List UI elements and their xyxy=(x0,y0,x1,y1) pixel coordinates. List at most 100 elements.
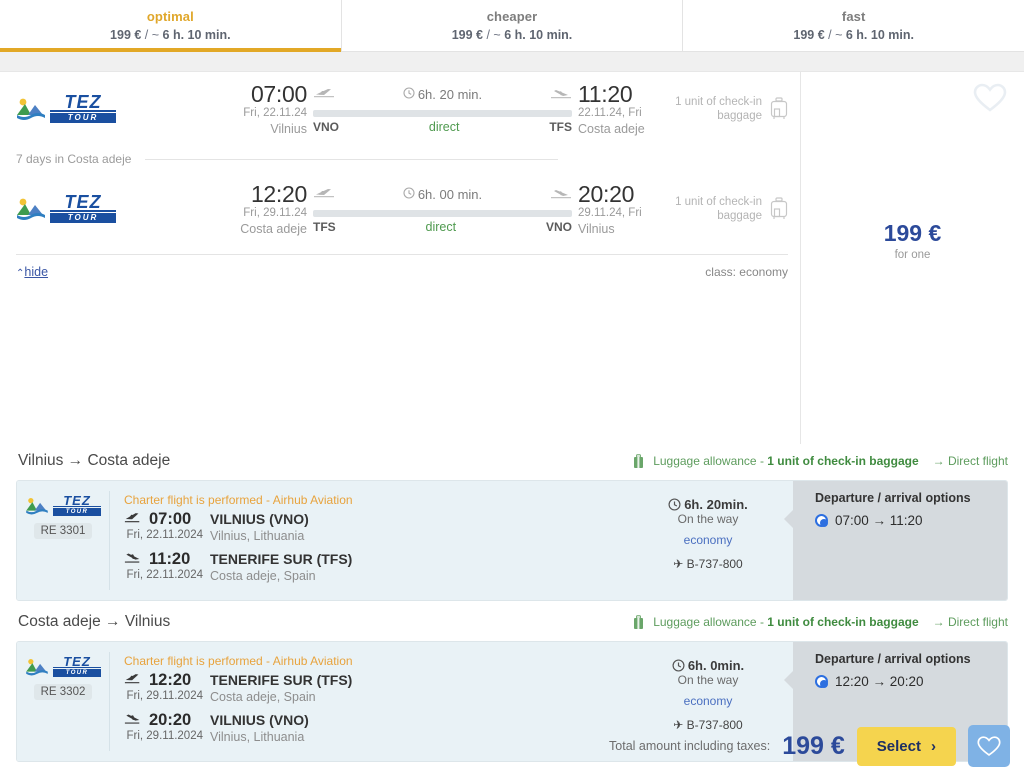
tez-logo-tez-detail-1: TEZ xyxy=(53,494,101,507)
flight-number-outbound: RE 3301 xyxy=(33,523,93,539)
option-row-outbound[interactable]: 07:00 → 11:20 xyxy=(815,513,1007,528)
tez-logo-tez-return: TEZ xyxy=(50,193,116,212)
on-the-way-label-outbound: On the way xyxy=(677,512,739,526)
summary-price-note: for one xyxy=(894,249,931,261)
leg-dep-time-inbound: 12:20 xyxy=(149,671,192,689)
tez-logo-tour-detail-2: TOUR xyxy=(53,669,101,677)
suitcase-icon xyxy=(770,97,788,121)
summary-footer-left: ⌃hide class: economy xyxy=(0,254,800,295)
flight-leg-arrival-inbound: 20:20 VILNIUS (VNO) Fri, 29.11.2024 Viln… xyxy=(124,711,623,744)
options-title-outbound: Departure / arrival options xyxy=(815,491,971,505)
tez-logo-wordmark-return: TEZ TOUR xyxy=(50,193,116,223)
inbound-arr-city: Vilnius xyxy=(578,221,615,236)
clock-icon-detail-1 xyxy=(668,498,681,511)
inbound-arr-time: 20:20 xyxy=(578,180,635,207)
offer-summary-card: TEZ TOUR 07:00 Fri, 22.11.24 Vilnius 6h.… xyxy=(0,72,1024,444)
luggage-value-inbound: 1 unit of check-in baggage xyxy=(767,615,919,629)
radio-selected-icon-inbound[interactable] xyxy=(815,675,828,688)
outbound-duration-bar xyxy=(313,109,572,117)
inbound-baggage-text: 1 unit of check-in baggage xyxy=(675,196,762,222)
select-button[interactable]: Select › xyxy=(856,726,956,766)
suitcase-icon-return xyxy=(770,197,788,221)
tab-optimal-sep: / ~ xyxy=(141,28,163,42)
chevron-right-icon: › xyxy=(931,737,936,755)
luggage-allowance-text: Luggage allowance - 1 unit of check-in b… xyxy=(653,454,918,468)
inbound-arrival: 20:20 29.11.24, Fri Vilnius xyxy=(578,182,664,237)
summary-price-column: 199 € for one xyxy=(800,72,1024,444)
inbound-dep-city: Costa adeje xyxy=(240,221,307,236)
tez-logo-tour-detail-1: TOUR xyxy=(53,508,101,516)
luggage-prefix-outbound: Luggage allowance - xyxy=(653,454,768,468)
takeoff-icon-return xyxy=(313,187,335,203)
summary-outbound-airline: TEZ TOUR xyxy=(16,93,221,123)
landing-icon-return xyxy=(550,187,572,203)
stay-duration-row: 7 days in Costa adeje xyxy=(0,146,800,172)
tab-fast-duration: 6 h. 10 min. xyxy=(845,28,914,42)
clock-icon xyxy=(403,87,415,102)
inbound-duration: 6h. 00 min. xyxy=(403,187,482,202)
inbound-route-bar: 6h. 00 min. TFS direct VNO xyxy=(307,182,578,234)
tab-fast-sub: 199 € / ~ 6 h. 10 min. xyxy=(683,28,1024,42)
tab-optimal-label: optimal xyxy=(146,9,194,24)
outbound-dep-date: Fri, 22.11.24 xyxy=(243,106,307,119)
tab-cheaper-label: cheaper xyxy=(486,9,538,24)
tez-logo-tour: TOUR xyxy=(50,113,116,123)
inbound-baggage: 1 unit of check-in baggage xyxy=(664,195,800,223)
cabin-class-inbound: economy xyxy=(683,694,733,708)
flight-offer-page: optimal 199 € / ~ 6 h. 10 min. cheaper 1… xyxy=(0,0,1024,779)
tez-logo-icon xyxy=(16,96,46,122)
leg-arr-city-outbound: Costa adeje, Spain xyxy=(210,569,316,583)
summary-price-amount: 199 € xyxy=(883,220,942,246)
summary-inbound-airline: TEZ TOUR xyxy=(16,193,221,223)
favorite-heart-icon[interactable] xyxy=(970,80,1010,116)
outbound-arr-time: 11:20 xyxy=(578,80,633,107)
luggage-allowance-text-inbound: Luggage allowance - 1 unit of check-in b… xyxy=(653,615,918,629)
on-the-way-label-inbound: On the way xyxy=(677,673,739,687)
hide-details-link[interactable]: ⌃hide xyxy=(16,265,48,279)
tab-fast-sep: / ~ xyxy=(824,28,846,42)
outbound-stops: direct xyxy=(428,119,460,134)
leg-arr-airport-inbound: VILNIUS (VNO) xyxy=(210,712,309,728)
outbound-arr-iata: TFS xyxy=(549,119,572,134)
tez-logo-icon-detail-1 xyxy=(25,496,49,516)
outbound-dep-iata: VNO xyxy=(313,119,340,134)
flight-detail-airline-inbound: TEZ TOUR RE 3302 xyxy=(17,652,109,751)
luggage-prefix-inbound: Luggage allowance - xyxy=(653,615,768,629)
flight-detail-airline-outbound: TEZ TOUR RE 3301 xyxy=(17,491,109,590)
flight-detail-left-outbound: TEZ TOUR RE 3301 Charter flight is perfo… xyxy=(17,481,793,600)
leg-dep-airport-inbound: TENERIFE SUR (TFS) xyxy=(210,672,353,688)
leg-dep-city-outbound: Vilnius, Lithuania xyxy=(210,529,305,543)
direct-flight-label-inbound: → Direct flight xyxy=(932,615,1008,629)
tez-logo-icon-return xyxy=(16,196,46,222)
route-title-inbound: Costa adeje → Vilnius xyxy=(18,613,171,630)
inbound-arr-iata: VNO xyxy=(545,219,572,234)
stay-divider-line xyxy=(145,158,558,160)
add-to-favorites-button[interactable] xyxy=(968,725,1010,767)
tez-tour-logo-detail-1: TEZ TOUR xyxy=(25,494,101,516)
radio-selected-icon-outbound[interactable] xyxy=(815,514,828,527)
outbound-baggage: 1 unit of check-in baggage xyxy=(664,95,800,123)
takeoff-icon-detail-2 xyxy=(124,672,142,688)
inbound-duration-bar xyxy=(313,209,572,217)
tab-cheaper[interactable]: cheaper 199 € / ~ 6 h. 10 min. xyxy=(341,0,684,51)
landing-icon-detail-1 xyxy=(124,551,142,567)
tab-fast[interactable]: fast 199 € / ~ 6 h. 10 min. xyxy=(683,0,1024,51)
tab-cheaper-duration: 6 h. 10 min. xyxy=(504,28,573,42)
tez-tour-logo-detail-2: TEZ TOUR xyxy=(25,655,101,677)
outbound-duration-text: 6h. 20 min. xyxy=(417,87,483,102)
route-header-outbound: Vilnius → Costa adeje Luggage allowance … xyxy=(16,444,1008,480)
summary-inbound-row: TEZ TOUR 12:20 Fri, 29.11.24 Costa adeje xyxy=(0,172,800,246)
tabs-divider-band xyxy=(0,52,1024,72)
summary-price: 199 € for one xyxy=(801,220,1024,444)
option-row-inbound[interactable]: 12:20 → 20:20 xyxy=(815,674,1007,689)
inbound-dep-iata: TFS xyxy=(313,219,336,234)
flight-leg-departure-inbound: 12:20 TENERIFE SUR (TFS) Fri, 29.11.2024… xyxy=(124,671,623,704)
route-title-outbound: Vilnius → Costa adeje xyxy=(18,452,171,469)
outbound-dep-time: 07:00 xyxy=(250,80,307,107)
booking-footer: Total amount including taxes: 199 € Sele… xyxy=(609,725,1010,767)
inbound-departure: 12:20 Fri, 29.11.24 Costa adeje xyxy=(221,182,307,237)
leg-dep-date-inbound: Fri, 29.11.2024 xyxy=(126,690,203,702)
flight-duration-outbound: 6h. 20min. xyxy=(684,497,748,512)
tab-optimal[interactable]: optimal 199 € / ~ 6 h. 10 min. xyxy=(0,0,342,52)
tez-tour-logo-return: TEZ TOUR xyxy=(16,193,116,223)
